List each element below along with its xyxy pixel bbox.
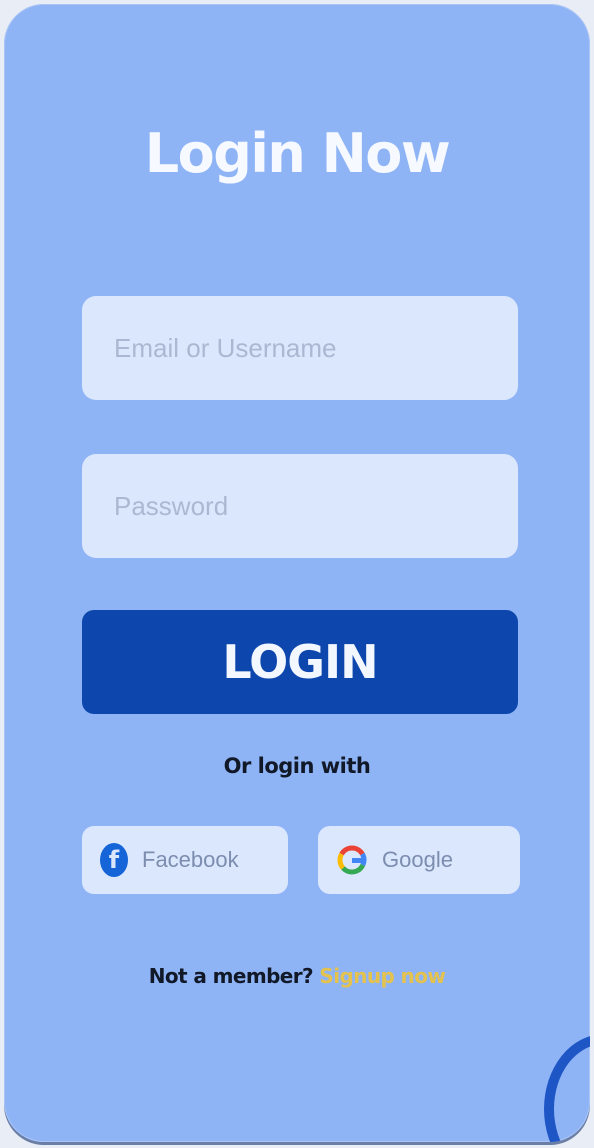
login-button[interactable]: LOGIN (82, 610, 518, 714)
signup-link[interactable]: Signup now (319, 964, 445, 988)
email-field[interactable] (82, 296, 518, 400)
facebook-login-button[interactable]: f Facebook (82, 826, 288, 894)
password-field[interactable] (82, 454, 518, 558)
login-card: Login Now LOGIN Or login with f Facebook… (4, 4, 590, 1142)
google-label: Google (382, 847, 453, 872)
decorative-ring (544, 1034, 590, 1142)
google-icon (337, 845, 367, 875)
facebook-label: Facebook (142, 847, 239, 872)
google-login-button[interactable]: Google (318, 826, 520, 894)
page-title: Login Now (144, 122, 451, 185)
social-divider-text: Or login with (223, 754, 371, 778)
signup-prompt: Not a member? Signup now (4, 964, 590, 988)
facebook-icon: f (100, 843, 128, 877)
signup-prompt-text: Not a member? (148, 964, 314, 988)
